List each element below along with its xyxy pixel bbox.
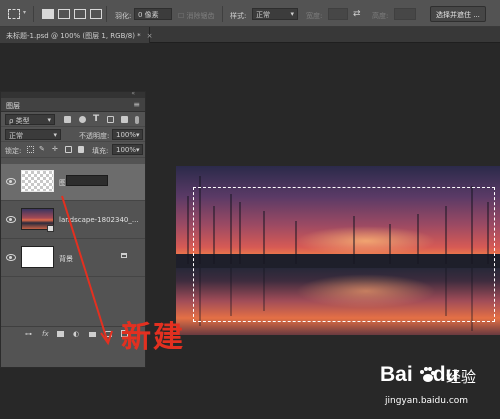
lock-position-icon[interactable]: ✛ xyxy=(52,145,58,153)
blend-mode-value: 正常 xyxy=(9,132,23,140)
antialias-label: 消除锯齿 xyxy=(186,12,215,20)
lock-label: 锁定: xyxy=(5,147,22,155)
fx-icon[interactable]: fx xyxy=(42,330,49,338)
subtract-selection-icon[interactable] xyxy=(74,9,86,19)
collapse-icon[interactable]: « xyxy=(131,90,135,97)
baidu-logo-text: Bai xyxy=(380,363,413,386)
layer-thumbnail xyxy=(21,170,54,192)
eye-icon[interactable] xyxy=(6,178,16,185)
add-selection-icon[interactable] xyxy=(58,9,70,19)
blend-row: 正常 ▾ 不透明度: 100%▾ xyxy=(1,127,145,142)
adjustment-icon[interactable]: ◐ xyxy=(73,330,79,338)
layer-row[interactable]: 图层 1 xyxy=(1,164,145,201)
feather-label: 羽化: xyxy=(115,12,132,20)
mask-icon[interactable] xyxy=(57,331,64,337)
opacity-value: 100% xyxy=(116,131,137,139)
annotation-label: 新建 xyxy=(121,320,185,355)
filter-kind-value: ρ 类型 xyxy=(9,117,30,125)
chevron-down-icon[interactable]: ▾ xyxy=(23,9,26,16)
swap-icon[interactable]: ⇄ xyxy=(353,9,361,19)
layers-panel-header: 图层 ≡ xyxy=(1,98,145,112)
layer-row[interactable]: landscape-1802340_... xyxy=(1,202,145,239)
opacity-input[interactable]: 100%▾ xyxy=(112,129,143,140)
adjustment-filter-icon[interactable] xyxy=(79,116,86,123)
baidu-jingyan-watermark: Bai du 经验 jingyan.baidu.com xyxy=(380,363,498,417)
width-label: 宽度: xyxy=(306,12,323,20)
filter-kind-select[interactable]: ρ 类型 ▾ xyxy=(5,114,55,125)
style-value: 正常 xyxy=(256,11,270,19)
selection-marquee xyxy=(193,187,495,322)
fill-input[interactable]: 100%▾ xyxy=(112,144,143,155)
eye-icon[interactable] xyxy=(6,254,16,261)
folder-icon[interactable] xyxy=(89,332,96,337)
smart-object-icon xyxy=(47,225,54,232)
lock-artboard-icon[interactable] xyxy=(65,146,72,153)
new-layer-icon[interactable] xyxy=(105,331,112,337)
layer-thumbnail xyxy=(21,246,54,268)
paw-icon xyxy=(420,367,435,382)
lock-icon xyxy=(121,253,127,258)
filter-toggle-icon[interactable] xyxy=(135,116,139,124)
document-tab-bar: 未标题-1.psd @ 100% (图层 1, RGB/8) * × xyxy=(0,27,500,43)
lock-transparent-icon[interactable] xyxy=(27,146,34,153)
link-icon[interactable]: ⊶ xyxy=(25,330,32,338)
new-selection-icon[interactable] xyxy=(42,9,54,19)
lock-pixels-icon[interactable]: ✎ xyxy=(39,145,45,153)
document-tab[interactable]: 未标题-1.psd @ 100% (图层 1, RGB/8) * × xyxy=(0,27,153,43)
style-label: 样式: xyxy=(230,12,247,20)
jingyan-url: jingyan.baidu.com xyxy=(385,396,469,406)
filter-row: ρ 类型 ▾ T xyxy=(1,112,145,127)
smart-filter-icon[interactable] xyxy=(121,116,128,123)
layers-panel-title[interactable]: 图层 xyxy=(6,101,20,111)
layer-row[interactable]: 背景 xyxy=(1,240,145,277)
options-bar: ▾ 羽化: 0 像素 ☐ 消除锯齿 样式: 正常 ▾ 宽度: ⇄ 高度: 选择并… xyxy=(0,0,500,27)
close-icon[interactable]: × xyxy=(147,32,153,40)
lock-all-icon[interactable] xyxy=(78,146,84,153)
lock-row: 锁定: ✎ ✛ 填充: 100%▾ xyxy=(1,142,145,158)
layer-name: landscape-1802340_... xyxy=(59,216,139,224)
antialias-checkbox[interactable]: ☐ 消除锯齿 xyxy=(178,11,215,21)
layer-name: 背景 xyxy=(59,255,73,263)
jingyan-text: 经验 xyxy=(446,368,477,386)
select-and-mask-button[interactable]: 选择并遮住 ... xyxy=(430,6,486,22)
layer-name-input[interactable] xyxy=(66,175,108,186)
fill-value: 100% xyxy=(116,146,137,154)
eye-icon[interactable] xyxy=(6,216,16,223)
type-filter-icon[interactable]: T xyxy=(93,114,99,124)
style-select[interactable]: 正常 ▾ xyxy=(252,8,298,20)
opacity-label: 不透明度: xyxy=(79,132,110,140)
blend-mode-select[interactable]: 正常 ▾ xyxy=(5,129,61,140)
width-input[interactable] xyxy=(328,8,348,20)
shape-filter-icon[interactable] xyxy=(107,116,114,123)
fill-label: 填充: xyxy=(92,147,109,155)
marquee-tool-icon[interactable] xyxy=(8,9,20,19)
height-input[interactable] xyxy=(394,8,416,20)
pixel-filter-icon[interactable] xyxy=(64,116,71,123)
document-title: 未标题-1.psd @ 100% (图层 1, RGB/8) * xyxy=(6,32,141,40)
feather-input[interactable]: 0 像素 xyxy=(134,8,172,20)
height-label: 高度: xyxy=(372,12,389,20)
layer-name: 图层 1 xyxy=(59,179,65,187)
panel-menu-icon[interactable]: ≡ xyxy=(133,100,140,109)
intersect-selection-icon[interactable] xyxy=(90,9,102,19)
